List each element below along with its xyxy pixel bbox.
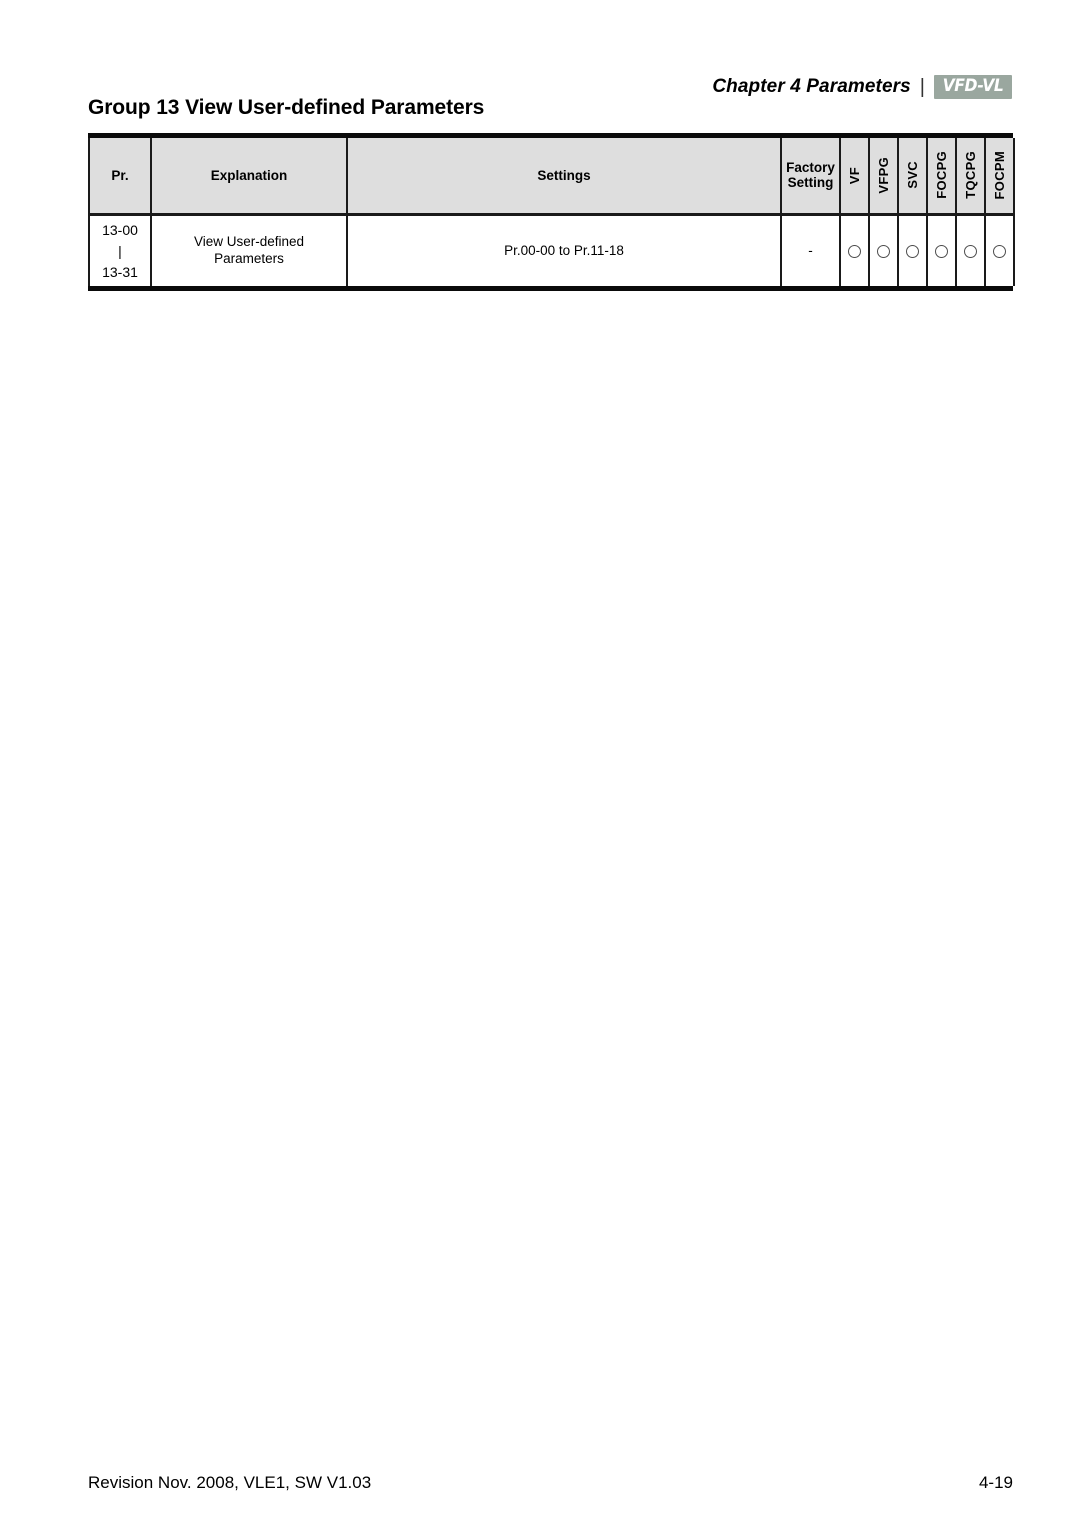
explanation-line-2: Parameters	[214, 250, 284, 266]
cell-settings: Pr.00-00 to Pr.11-18	[346, 214, 782, 286]
vfd-vl-logo: VFD-VL	[933, 75, 1012, 99]
circle-icon	[906, 245, 919, 259]
column-header-focpg: FOCPG	[926, 138, 957, 216]
column-header-svc-label: SVC	[905, 161, 920, 190]
cell-mode-vf	[839, 214, 870, 286]
column-header-tqcpg: TQCPG	[955, 138, 986, 216]
page-title: Group 13 View User-defined Parameters	[88, 96, 485, 119]
factory-setting-line-1: Factory	[786, 160, 835, 176]
circle-icon	[877, 245, 890, 259]
parameter-table-container: Pr. Explanation Settings Factory Setting…	[88, 133, 1015, 291]
column-header-tqcpg-label: TQCPG	[963, 151, 978, 200]
column-header-focpm: FOCPM	[984, 138, 1015, 216]
column-header-vfpg: VFPG	[868, 138, 899, 216]
parameter-range-start: 13-00	[102, 221, 138, 238]
page-footer: Revision Nov. 2008, VLE1, SW V1.03 4-19	[88, 1473, 1013, 1493]
column-header-settings: Settings	[346, 138, 782, 216]
cell-parameter-range: 13-00 | 13-31	[88, 214, 152, 286]
column-header-vf: VF	[839, 138, 870, 216]
circle-icon	[848, 245, 861, 259]
column-header-explanation: Explanation	[150, 138, 348, 216]
cell-mode-tqcpg	[955, 214, 986, 286]
page-number: 4-19	[978, 1473, 1013, 1492]
cell-mode-svc	[897, 214, 928, 286]
circle-icon	[935, 245, 948, 259]
circle-icon	[993, 245, 1006, 259]
parameter-table: Pr. Explanation Settings Factory Setting…	[88, 138, 1015, 286]
column-header-focpm-label: FOCPM	[992, 151, 1007, 200]
column-header-vfpg-label: VFPG	[876, 156, 891, 194]
parameter-range-separator: |	[118, 242, 122, 259]
explanation-line-1: View User-defined	[193, 233, 305, 249]
circle-icon	[964, 245, 977, 259]
table-row: 13-00 | 13-31 View User-defined Paramete…	[88, 214, 1015, 286]
column-header-factory-setting: Factory Setting	[780, 138, 841, 216]
column-header-pr: Pr.	[88, 138, 152, 216]
cell-factory-setting: -	[780, 214, 841, 286]
chapter-breadcrumb: Chapter 4 Parameters	[712, 76, 911, 97]
cell-mode-focpg	[926, 214, 957, 286]
factory-setting-line-2: Setting	[787, 175, 834, 191]
parameter-range-end: 13-31	[102, 263, 138, 280]
table-header-row: Pr. Explanation Settings Factory Setting…	[88, 138, 1015, 216]
column-header-svc: SVC	[897, 138, 928, 216]
cell-mode-vfpg	[868, 214, 899, 286]
header-divider: |	[919, 75, 925, 98]
revision-text: Revision Nov. 2008, VLE1, SW V1.03	[88, 1473, 372, 1492]
cell-explanation: View User-defined Parameters	[150, 214, 348, 286]
vfd-vl-logo-text: VFD-VL	[942, 76, 1004, 96]
cell-mode-focpm	[984, 214, 1015, 286]
column-header-vf-label: VF	[847, 166, 862, 184]
column-header-focpg-label: FOCPG	[934, 151, 949, 200]
